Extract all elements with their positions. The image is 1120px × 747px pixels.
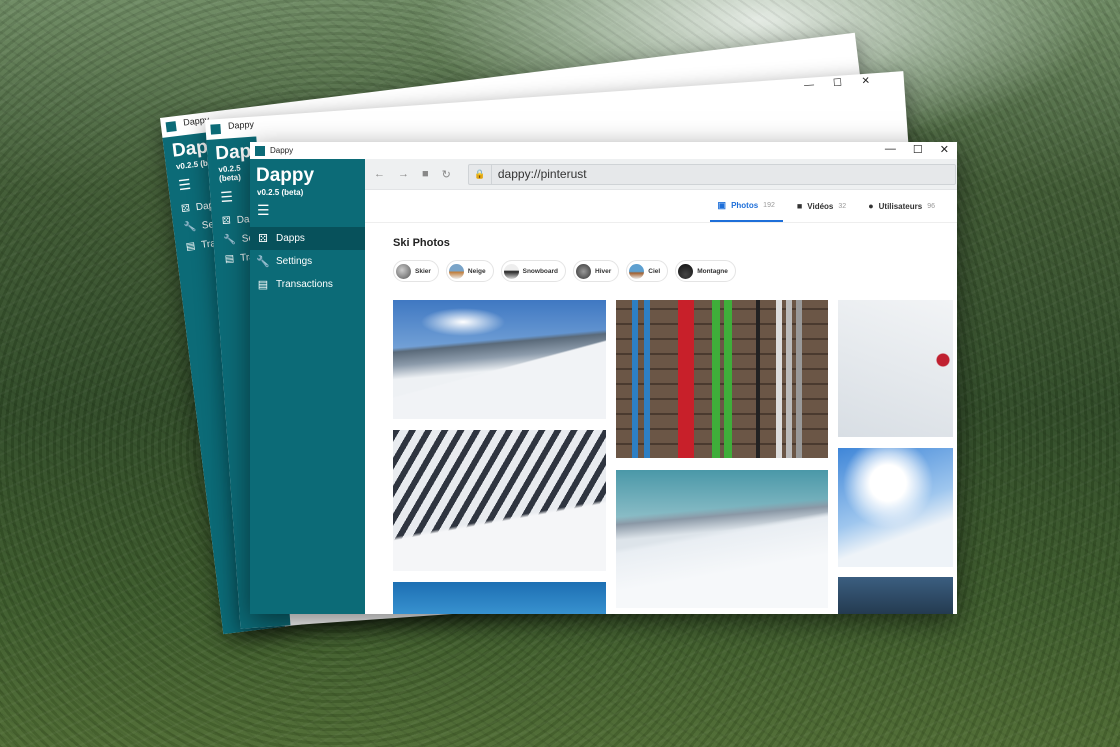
video-icon: ■: [796, 201, 803, 211]
app-icon: [165, 121, 177, 133]
browser-toolbar: ← → ■ ↻ 🔒 dappy://pinterust: [365, 159, 957, 190]
app-title: Dappy: [256, 165, 315, 186]
window-title: Dappy: [227, 119, 255, 131]
wrench-icon: 🔧: [223, 234, 237, 246]
tag-avatar: [448, 263, 464, 279]
tab-count: 192: [763, 201, 775, 209]
receipt-icon: ▤: [224, 253, 235, 265]
tag-avatar: [396, 263, 411, 279]
chip-hiver[interactable]: Hiver: [573, 260, 620, 282]
chip-neige[interactable]: Neige: [445, 260, 494, 282]
photo-card[interactable]: [616, 470, 828, 608]
chip-snowboard[interactable]: Snowboard: [500, 260, 566, 282]
photo-card[interactable]: [393, 582, 606, 614]
image-icon: ▣: [717, 199, 727, 210]
minimize-icon[interactable]: —: [804, 79, 815, 91]
user-icon: ●: [868, 201, 874, 211]
sidebar-item-settings[interactable]: 🔧 Settings: [250, 250, 365, 273]
back-arrow-icon[interactable]: ←: [374, 168, 385, 180]
section-title: Ski Photos: [393, 237, 450, 249]
main-content: ← → ■ ↻ 🔒 dappy://pinterust ▣ Photos 192…: [365, 159, 957, 614]
tag-avatar: [503, 263, 519, 279]
chip-skier[interactable]: Skier: [393, 260, 439, 282]
sidebar-item-label: Settings: [276, 256, 313, 267]
tag-avatar: [629, 263, 645, 279]
close-icon[interactable]: ✕: [861, 76, 870, 88]
sidebar-item-dapps[interactable]: ⚄ Dapps: [250, 227, 365, 250]
maximize-icon[interactable]: ☐: [833, 77, 843, 89]
sidebar-item-label: Dapps: [276, 233, 305, 244]
app-icon: [210, 123, 222, 135]
window-title-bar: Dappy — ☐ ✕: [250, 142, 957, 159]
hamburger-icon[interactable]: ☰: [250, 197, 365, 219]
address-bar-text: dappy://pinterust: [497, 167, 587, 181]
dice-icon: ⚄: [180, 203, 191, 216]
tab-bar: ▣ Photos 192 ■ Vidéos 32 ● Utilisateurs …: [365, 190, 957, 223]
dice-icon: ⚄: [258, 233, 268, 245]
tab-count: 32: [838, 202, 847, 210]
main-window: Dappy — ☐ ✕ Dappy v0.2.5 (beta) ☰ ⚄ Dapp…: [250, 142, 957, 614]
photo-card[interactable]: [616, 300, 828, 458]
maximize-icon[interactable]: ☐: [913, 143, 923, 156]
photo-card[interactable]: [393, 300, 606, 419]
forward-arrow-icon[interactable]: →: [398, 168, 409, 180]
sidebar: Dappy v0.2.5 (beta) ☰ ⚄ Dapps 🔧 Settings…: [250, 159, 365, 614]
lock-icon: 🔒: [469, 164, 492, 184]
chip-ciel[interactable]: Ciel: [626, 260, 669, 282]
window-title: Dappy: [270, 146, 294, 155]
tag-chips: Skier Neige Snowboard Hiver Ciel Montagn…: [365, 249, 957, 282]
sidebar-item-label: Transactions: [276, 279, 333, 290]
app-version: v0.2.5 (beta): [257, 188, 304, 197]
wrench-icon: 🔧: [182, 221, 197, 234]
receipt-icon: ▤: [257, 279, 269, 291]
photo-card[interactable]: [838, 577, 953, 614]
photo-card[interactable]: [838, 300, 953, 437]
address-bar[interactable]: 🔒 dappy://pinterust: [467, 163, 956, 185]
app-icon: [255, 145, 265, 156]
dice-icon: ⚄: [221, 215, 232, 228]
close-icon[interactable]: ✕: [940, 143, 949, 156]
tab-users[interactable]: ● Utilisateurs 96: [860, 190, 943, 222]
tag-avatar: [678, 263, 694, 279]
receipt-icon: ▤: [185, 240, 197, 253]
tab-videos[interactable]: ■ Vidéos 32: [789, 190, 854, 222]
chip-montagne[interactable]: Montagne: [675, 260, 736, 282]
sidebar-item-transactions[interactable]: ▤ Transactions: [250, 273, 365, 296]
photo-card[interactable]: [393, 430, 606, 571]
reload-icon[interactable]: ↻: [442, 168, 451, 181]
minimize-icon[interactable]: —: [885, 143, 896, 156]
photo-card[interactable]: [838, 448, 953, 567]
tab-photos[interactable]: ▣ Photos 192: [709, 190, 783, 222]
wrench-icon: 🔧: [256, 256, 270, 268]
tab-count: 96: [927, 202, 935, 210]
tag-avatar: [576, 263, 591, 279]
stop-icon[interactable]: ■: [422, 168, 429, 180]
